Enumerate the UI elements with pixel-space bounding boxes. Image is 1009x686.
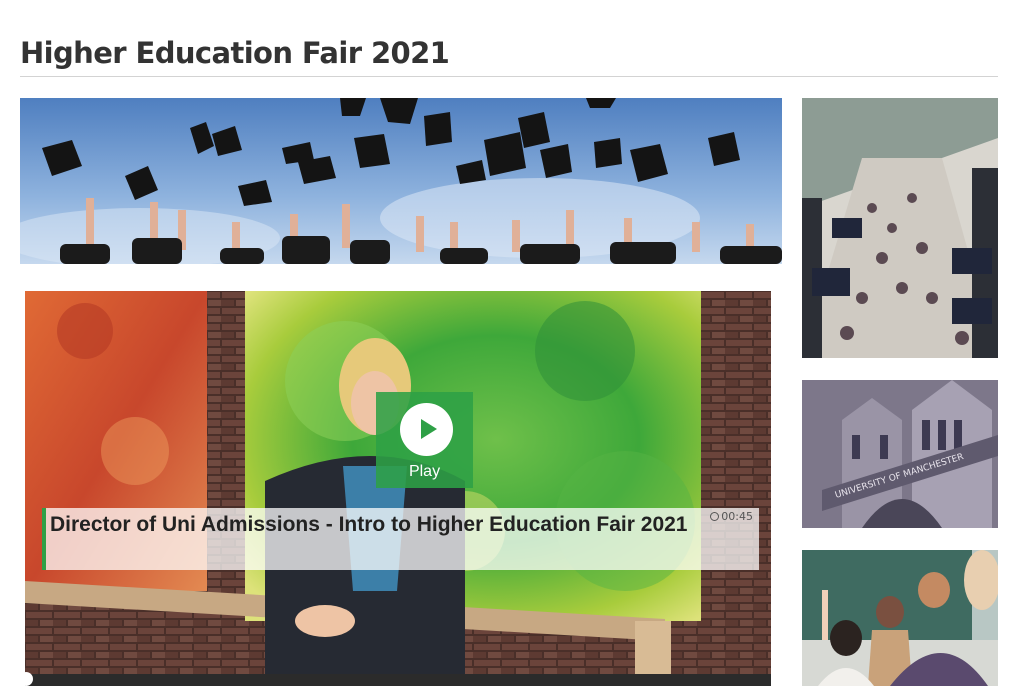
video-player[interactable]: Play Director of Uni Admissions - Intro … <box>25 291 771 686</box>
video-duration: 00:45 <box>710 510 753 523</box>
play-label: Play <box>408 463 441 480</box>
title-divider <box>20 76 998 77</box>
banner-image <box>20 98 782 264</box>
university-building-thumbnail[interactable]: UNIVERSITY OF MANCHESTER <box>802 380 998 528</box>
video-title: Director of Uni Admissions - Intro to Hi… <box>50 513 688 536</box>
clock-icon <box>710 512 720 521</box>
video-thumbnail <box>25 291 771 686</box>
duration-text: 00:45 <box>721 510 753 523</box>
classroom-thumbnail[interactable] <box>802 550 998 686</box>
video-caption: Director of Uni Admissions - Intro to Hi… <box>42 508 759 570</box>
play-icon <box>400 403 453 456</box>
play-button[interactable]: Play <box>376 392 473 488</box>
video-progress-bar[interactable] <box>25 672 771 686</box>
page-title: Higher Education Fair 2021 <box>20 36 450 70</box>
fair-hall-thumbnail[interactable] <box>802 98 998 358</box>
progress-handle[interactable] <box>25 672 33 686</box>
